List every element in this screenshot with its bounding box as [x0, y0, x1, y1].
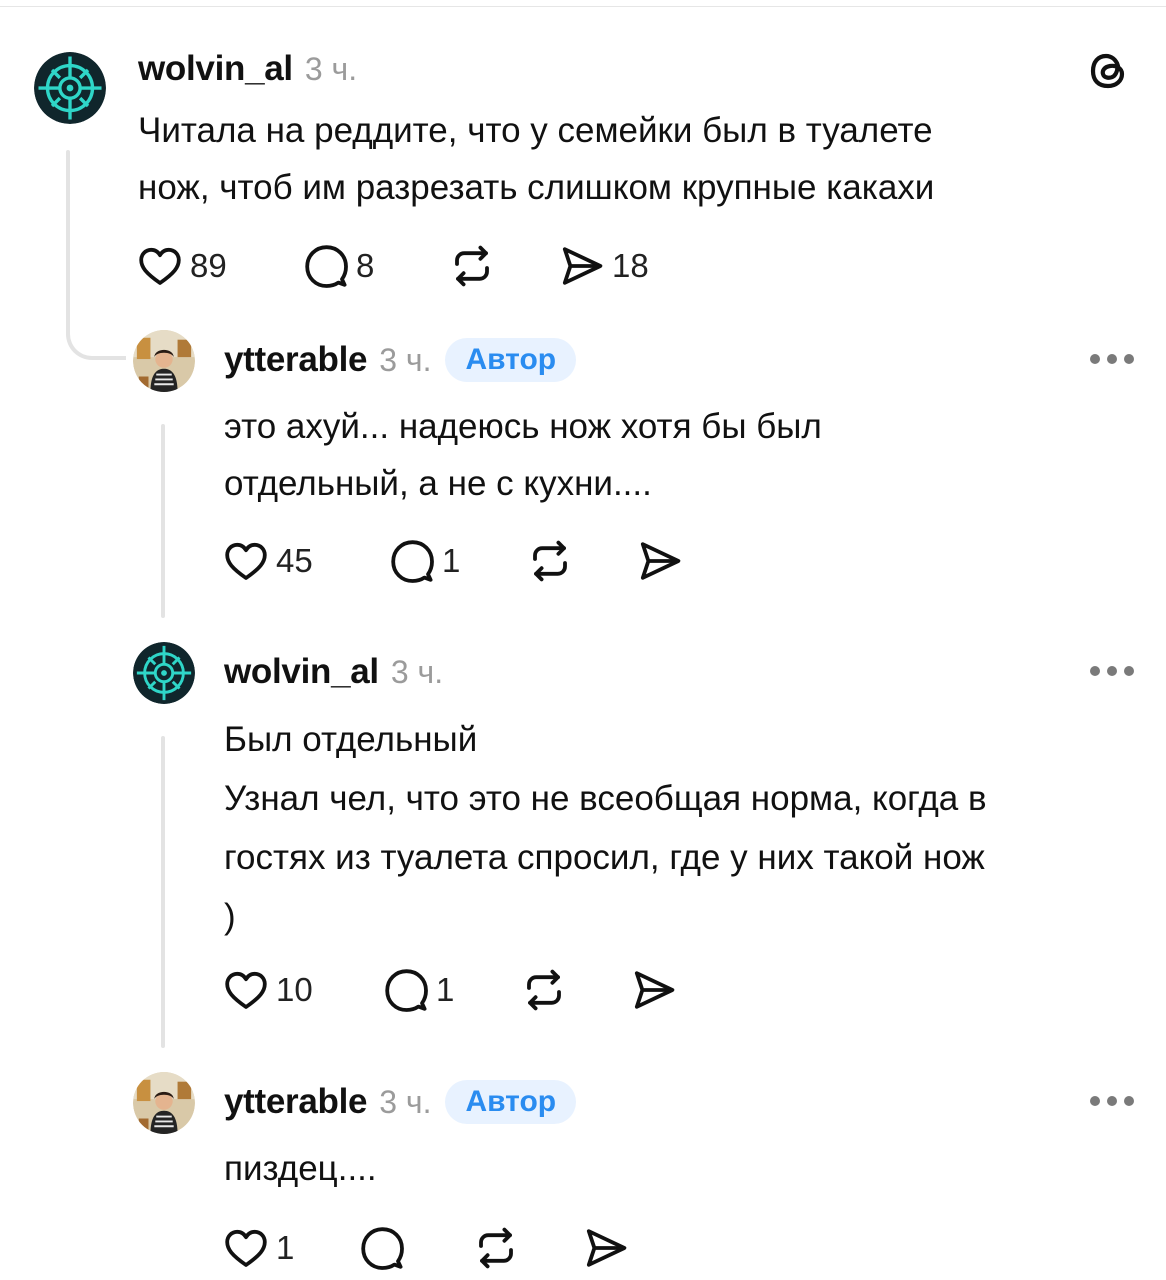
- author-badge: Автор: [445, 338, 577, 382]
- thread-line: [161, 736, 165, 1048]
- more-dots-icon[interactable]: [1090, 666, 1134, 678]
- post-text-line: отдельный, а не с кухни....: [224, 464, 652, 503]
- timestamp: 3 ч.: [379, 341, 432, 378]
- post-actions: 89 8 18: [136, 242, 696, 290]
- timestamp: 3 ч.: [304, 50, 358, 87]
- like-count: 89: [190, 247, 227, 284]
- like-count: 10: [276, 971, 313, 1008]
- avatar[interactable]: [34, 52, 106, 124]
- reply-button[interactable]: 8: [302, 242, 374, 290]
- top-divider: [0, 6, 1166, 7]
- reply-button[interactable]: 1: [382, 966, 454, 1014]
- thread-connector: [66, 290, 126, 360]
- share-button[interactable]: [582, 1224, 630, 1272]
- post-text-line: пиздец....: [224, 1149, 377, 1188]
- post-text: Был отдельный Узнал чел, что это не всео…: [224, 710, 1144, 946]
- thread-line: [161, 424, 165, 618]
- like-count: 1: [276, 1229, 295, 1266]
- share-button[interactable]: [630, 966, 678, 1014]
- heart-icon: [222, 966, 270, 1014]
- post-actions: 10 1: [222, 966, 702, 1014]
- repost-icon: [448, 242, 496, 290]
- author-badge: Автор: [445, 1080, 577, 1124]
- comment-icon: [388, 537, 436, 585]
- username[interactable]: wolvin_al: [138, 49, 293, 89]
- avatar[interactable]: [133, 330, 195, 392]
- like-count: 45: [276, 542, 313, 579]
- timestamp: 3 ч.: [390, 653, 444, 690]
- send-icon: [558, 242, 606, 290]
- post-text-line: Узнал чел, что это не всеобщая норма, ко…: [224, 779, 987, 818]
- like-button[interactable]: 1: [222, 1224, 294, 1272]
- reply-count: 1: [442, 542, 461, 579]
- username[interactable]: ytterable: [224, 340, 368, 380]
- more-dots-icon[interactable]: [1090, 1096, 1134, 1108]
- post-text: Читала на реддите, что у семейки был в т…: [138, 102, 1128, 216]
- post-text-line: Был отдельный: [224, 720, 478, 759]
- post-text-line: ): [224, 897, 236, 936]
- repost-icon: [472, 1224, 520, 1272]
- avatar[interactable]: [133, 642, 195, 704]
- thread-line: [66, 150, 70, 300]
- comment-icon: [382, 966, 430, 1014]
- heart-icon: [136, 242, 184, 290]
- like-button[interactable]: 45: [222, 537, 313, 585]
- username[interactable]: ytterable: [224, 1082, 368, 1122]
- avatar[interactable]: [133, 1072, 195, 1134]
- like-button[interactable]: 89: [136, 242, 227, 290]
- post-text: пиздец....: [224, 1140, 1124, 1197]
- repost-button[interactable]: [472, 1224, 520, 1272]
- post-text-line: Читала на реддите, что у семейки был в т…: [138, 111, 933, 150]
- heart-icon: [222, 537, 270, 585]
- send-icon: [636, 537, 684, 585]
- username[interactable]: wolvin_al: [224, 652, 379, 692]
- repost-button[interactable]: [520, 966, 568, 1014]
- post-text-line: гостях из туалета спросил, где у них так…: [224, 838, 985, 877]
- reply-button[interactable]: [358, 1224, 406, 1272]
- reply-button[interactable]: 1: [388, 537, 460, 585]
- post-text-line: нож, чтоб им разрезать слишком крупные к…: [138, 168, 935, 207]
- share-count: 18: [612, 247, 649, 284]
- repost-icon: [520, 966, 568, 1014]
- post-text-line: это ахуй... надеюсь нож хотя бы был: [224, 407, 822, 446]
- repost-button[interactable]: [448, 242, 496, 290]
- post-text: это ахуй... надеюсь нож хотя бы был отде…: [224, 398, 1124, 512]
- send-icon: [630, 966, 678, 1014]
- like-button[interactable]: 10: [222, 966, 313, 1014]
- comment-icon: [302, 242, 350, 290]
- share-button[interactable]: 18: [558, 242, 649, 290]
- repost-icon: [526, 537, 574, 585]
- more-dots-icon[interactable]: [1090, 354, 1134, 366]
- repost-button[interactable]: [526, 537, 574, 585]
- share-button[interactable]: [636, 537, 684, 585]
- reply-count: 1: [436, 971, 455, 1008]
- send-icon: [582, 1224, 630, 1272]
- comment-icon: [358, 1224, 406, 1272]
- post-actions: 1: [222, 1224, 642, 1272]
- timestamp: 3 ч.: [379, 1083, 432, 1120]
- post-actions: 45 1: [222, 537, 702, 585]
- heart-icon: [222, 1224, 270, 1272]
- reply-count: 8: [356, 247, 375, 284]
- threads-logo-icon[interactable]: [1084, 46, 1134, 96]
